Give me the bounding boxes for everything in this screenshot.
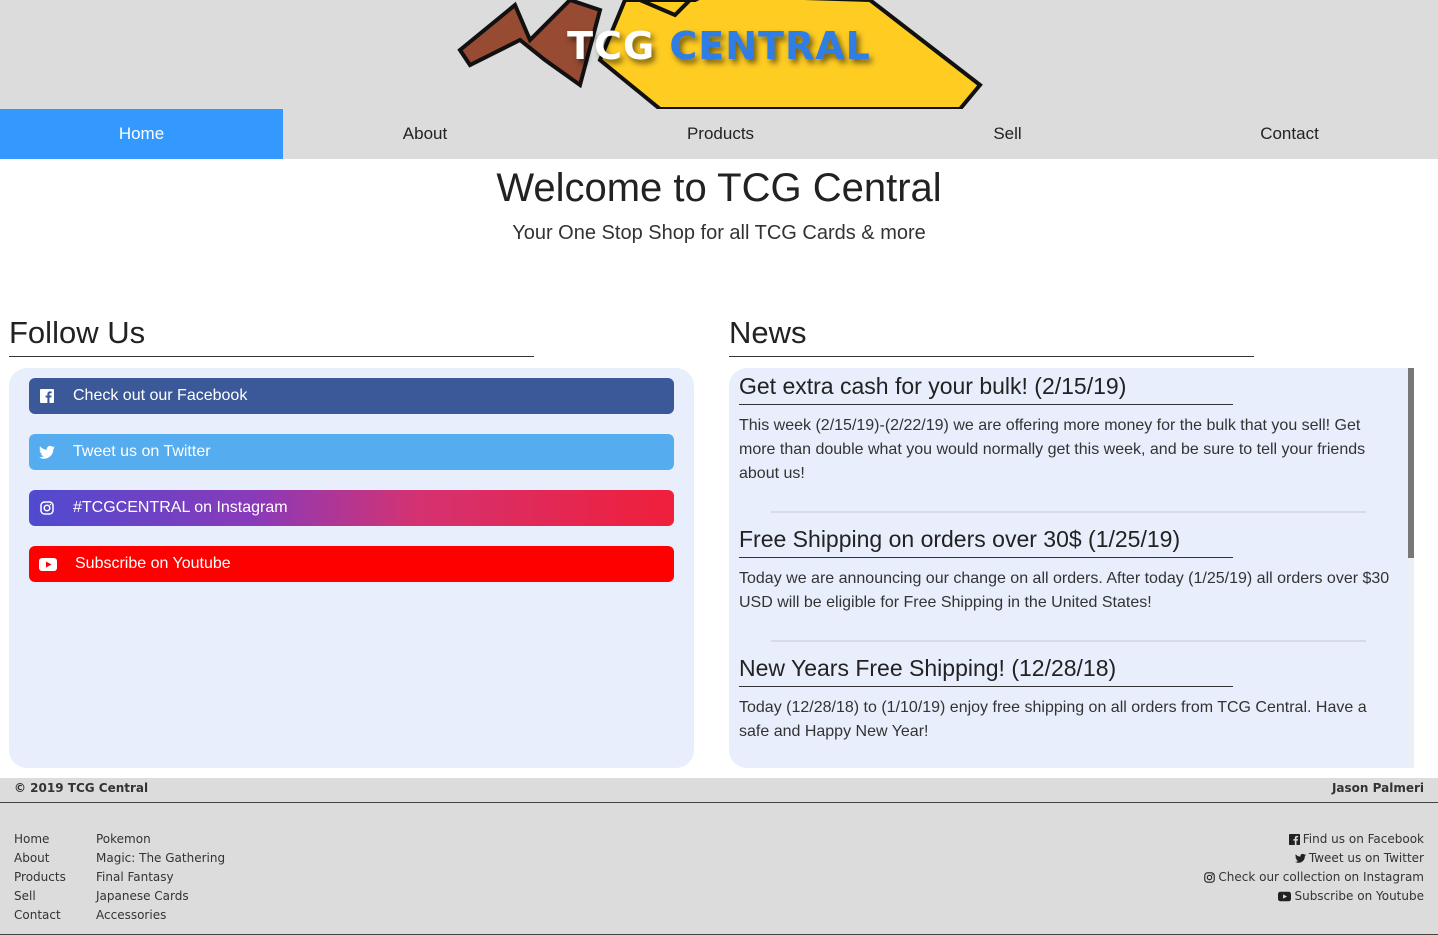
copyright-text: © 2019 TCG Central xyxy=(14,781,149,795)
footer-link-home[interactable]: Home xyxy=(14,830,66,849)
news-heading: News xyxy=(729,315,807,350)
news-item-body: Today (12/28/18) to (1/10/19) enjoy free… xyxy=(739,699,1367,740)
footer-facebook-label: Find us on Facebook xyxy=(1302,832,1424,846)
header-banner: TCG CENTRAL xyxy=(0,0,1438,109)
nav-contact[interactable]: Contact xyxy=(1141,109,1438,159)
footer-link-magic[interactable]: Magic: The Gathering xyxy=(96,849,225,868)
footer-youtube-label: Subscribe on Youtube xyxy=(1294,889,1424,903)
facebook-icon xyxy=(39,388,55,404)
footer-link-about[interactable]: About xyxy=(14,849,66,868)
youtube-icon xyxy=(39,556,57,572)
follow-us-panel: Check out our Facebook Tweet us on Twitt… xyxy=(9,368,694,768)
footer-link-sell[interactable]: Sell xyxy=(14,887,66,906)
youtube-icon xyxy=(1278,891,1292,902)
footer-instagram-label: Check our collection on Instagram xyxy=(1218,870,1424,884)
news-item-body: This week (2/15/19)-(2/22/19) we are off… xyxy=(739,417,1366,482)
facebook-icon xyxy=(1288,834,1300,845)
news-item-title: Free Shipping on orders over 30$ (1/25/1… xyxy=(739,526,1181,552)
footer-twitter-link[interactable]: Tweet us on Twitter xyxy=(1204,849,1424,868)
youtube-button-label: Subscribe on Youtube xyxy=(75,555,231,572)
footer-link-accessories[interactable]: Accessories xyxy=(96,906,225,925)
footer-link-japanese-cards[interactable]: Japanese Cards xyxy=(96,887,225,906)
follow-us-divider xyxy=(9,356,534,357)
twitter-icon xyxy=(1294,853,1306,863)
instagram-button-label: #TCGCENTRAL on Instagram xyxy=(73,499,288,516)
news-separator xyxy=(771,511,1366,513)
news-item-divider xyxy=(739,404,1233,405)
news-scrollbar[interactable] xyxy=(1408,368,1414,768)
nav-sell[interactable]: Sell xyxy=(874,109,1141,159)
main-nav: Home About Products Sell Contact xyxy=(0,109,1438,159)
footer-twitter-label: Tweet us on Twitter xyxy=(1308,851,1424,865)
footer-facebook-link[interactable]: Find us on Facebook xyxy=(1204,830,1424,849)
author-name: Jason Palmeri xyxy=(1331,781,1424,795)
follow-us-heading: Follow Us xyxy=(9,315,146,350)
news-divider xyxy=(729,356,1254,357)
footer-links-area: Home About Products Sell Contact Pokemon… xyxy=(0,803,1438,935)
twitter-icon xyxy=(39,444,55,460)
nav-products[interactable]: Products xyxy=(567,109,874,159)
footer-top-bar: © 2019 TCG Central Jason Palmeri xyxy=(0,778,1438,803)
footer-instagram-link[interactable]: Check our collection on Instagram xyxy=(1204,868,1424,887)
logo-text[interactable]: TCG CENTRAL xyxy=(0,24,1438,68)
footer-nav-links: Home About Products Sell Contact xyxy=(14,830,66,925)
nav-about[interactable]: About xyxy=(283,109,567,159)
news-item-body: Today we are announcing our change on al… xyxy=(739,570,1390,611)
footer-social-links: Find us on Facebook Tweet us on Twitter … xyxy=(1204,830,1424,906)
instagram-icon xyxy=(39,500,55,516)
footer-link-pokemon[interactable]: Pokemon xyxy=(96,830,225,849)
news-item-divider xyxy=(739,557,1233,558)
nav-home[interactable]: Home xyxy=(0,109,283,159)
youtube-button[interactable]: Subscribe on Youtube xyxy=(29,546,674,582)
logo-text-central: CENTRAL xyxy=(669,24,871,68)
footer-youtube-link[interactable]: Subscribe on Youtube xyxy=(1204,887,1424,906)
twitter-button[interactable]: Tweet us on Twitter xyxy=(29,434,674,470)
facebook-button[interactable]: Check out our Facebook xyxy=(29,378,674,414)
news-item-title: New Years Free Shipping! (12/28/18) xyxy=(739,655,1117,681)
footer-product-links: Pokemon Magic: The Gathering Final Fanta… xyxy=(96,830,225,925)
facebook-button-label: Check out our Facebook xyxy=(73,387,248,404)
footer-link-products[interactable]: Products xyxy=(14,868,66,887)
news-separator xyxy=(771,640,1366,642)
footer-link-final-fantasy[interactable]: Final Fantasy xyxy=(96,868,225,887)
news-panel[interactable]: Get extra cash for your bulk! (2/15/19) … xyxy=(729,368,1414,768)
footer-link-contact[interactable]: Contact xyxy=(14,906,66,925)
page-title: Welcome to TCG Central xyxy=(496,166,942,210)
instagram-icon xyxy=(1204,872,1216,883)
news-scrollbar-thumb[interactable] xyxy=(1408,368,1414,558)
news-item-title: Get extra cash for your bulk! (2/15/19) xyxy=(739,373,1127,399)
logo-text-tcg: TCG xyxy=(567,24,656,68)
news-item-divider xyxy=(739,686,1233,687)
instagram-button[interactable]: #TCGCENTRAL on Instagram xyxy=(29,490,674,526)
twitter-button-label: Tweet us on Twitter xyxy=(73,443,211,460)
page-subtitle: Your One Stop Shop for all TCG Cards & m… xyxy=(512,222,926,244)
